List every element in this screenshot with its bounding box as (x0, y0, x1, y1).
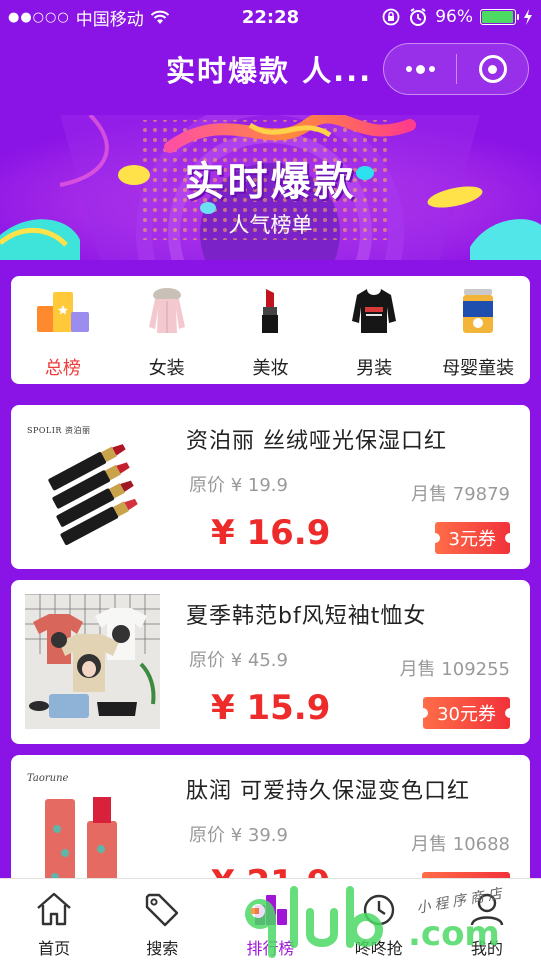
tab-label: 排行榜 (246, 939, 295, 958)
coupon-badge[interactable]: 30元券 (418, 697, 515, 729)
target-close-icon (478, 55, 507, 83)
nav-bar: 实时爆款 人... (0, 34, 541, 106)
category-baby[interactable]: 母婴童装 (426, 276, 530, 384)
category-label: 男装 (356, 358, 393, 379)
lipstick-icon (244, 286, 296, 336)
coupon-badge[interactable]: 3元券 (429, 522, 516, 554)
clock-icon (359, 889, 399, 929)
category-label: 总榜 (44, 358, 81, 379)
status-time: 22:28 (241, 6, 300, 28)
category-beauty[interactable]: 美妆 (219, 276, 323, 384)
more-dots-icon (405, 66, 412, 72)
page-title: 实时爆款 人... (166, 54, 373, 88)
monthly-sales: 月售 10688 (411, 834, 510, 855)
brand-logo: Taorune (27, 773, 69, 784)
tab-search[interactable]: 搜索 (108, 879, 216, 960)
category-women[interactable]: 女装 (115, 276, 219, 384)
monthly-sales: 月售 79879 (411, 484, 510, 505)
product-image (25, 593, 160, 729)
tag-icon (142, 889, 182, 929)
tab-flash-sale[interactable]: 咚咚抢 (325, 879, 433, 960)
tab-home[interactable]: 首页 (0, 879, 108, 960)
user-icon (467, 889, 507, 929)
product-title: 夏季韩范bf风短袖t恤女 (186, 604, 427, 629)
original-price: 原价 ¥ 19.9 (189, 475, 288, 496)
banner-title: 实时爆款 (184, 159, 357, 205)
tab-label: 首页 (38, 939, 71, 958)
hero-banner: 实时爆款 人气榜单 (0, 115, 541, 260)
category-men[interactable]: 男装 (322, 276, 426, 384)
milk-can-icon (452, 286, 504, 336)
coat-icon (141, 286, 193, 336)
mini-program-capsule (383, 43, 529, 95)
category-label: 美妆 (252, 358, 289, 379)
banner-subtitle: 人气榜单 (228, 213, 313, 237)
product-card[interactable]: 夏季韩范bf风短袖t恤女 原价 ¥ 45.9 月售 109255 ¥ 15.9 … (11, 580, 530, 744)
more-button[interactable] (384, 44, 456, 94)
more-dots-icon (415, 64, 425, 74)
brand-logo: SPOLIR 资泊丽 (27, 426, 91, 435)
status-bar: ●●○○○ 中国移动 22:28 96% (0, 0, 541, 34)
more-dots-icon (428, 66, 435, 72)
product-image: SPOLIR 资泊丽 (25, 419, 160, 554)
original-price: 原价 ¥ 45.9 (189, 650, 288, 671)
tab-label: 我的 (470, 939, 503, 958)
bottom-tab-bar: 首页 搜索 排行榜 咚咚抢 我的 (0, 878, 541, 960)
category-label: 女装 (148, 358, 185, 379)
rank-icon (251, 889, 291, 929)
battery-icon (480, 9, 519, 25)
category-label: 母婴童装 (442, 358, 515, 379)
home-icon (34, 889, 74, 929)
tab-profile[interactable]: 我的 (433, 879, 541, 960)
podium-icon (36, 286, 89, 336)
monthly-sales: 月售 109255 (399, 659, 510, 680)
product-title: 资泊丽 丝绒哑光保湿口红 (186, 429, 447, 454)
tab-label: 搜索 (146, 939, 179, 958)
product-card[interactable]: SPOLIR 资泊丽 资泊丽 丝绒哑光保湿口红 原价 ¥ 19.9 月售 798… (11, 405, 530, 569)
category-bar: 总榜 女装 美妆 男装 母婴童装 (11, 276, 530, 384)
battery-level (482, 11, 513, 23)
product-title: 肽润 可爱持久保湿变色口红 (186, 779, 470, 804)
tab-ranking[interactable]: 排行榜 (216, 879, 324, 960)
original-price: 原价 ¥ 39.9 (189, 825, 288, 846)
tab-label: 咚咚抢 (354, 939, 403, 958)
sale-price: ¥ 15.9 (211, 688, 331, 728)
sale-price: ¥ 16.9 (211, 513, 331, 553)
close-button[interactable] (457, 44, 528, 94)
hoodie-icon (348, 286, 400, 336)
category-all[interactable]: 总榜 (11, 276, 115, 384)
